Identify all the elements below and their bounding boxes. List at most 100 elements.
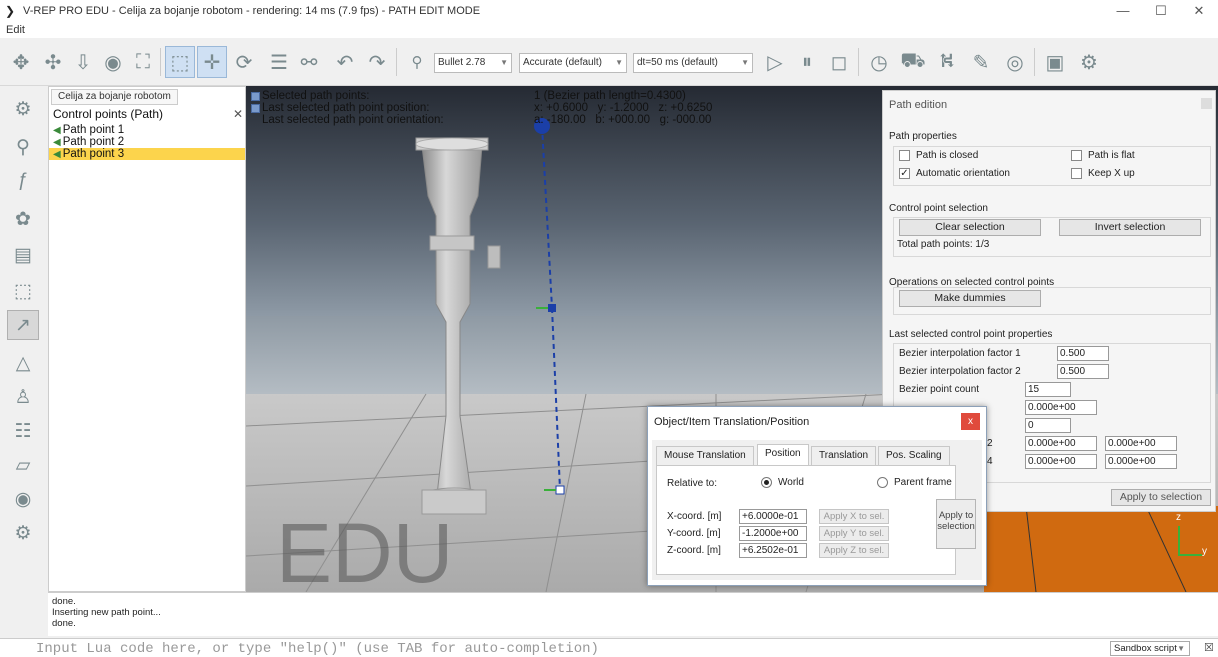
dynamics-icon[interactable]: ⚲ xyxy=(402,46,432,78)
parent-frame-radio[interactable]: Parent frame xyxy=(877,477,952,488)
path-edit-icon[interactable]: ↗ xyxy=(7,310,39,340)
tab-position[interactable]: Position xyxy=(757,444,809,466)
toolbar-divider xyxy=(858,48,859,76)
undo-icon[interactable]: ↶ xyxy=(330,46,360,78)
physics-engine-select[interactable]: Bullet 2.78 ▼ xyxy=(434,53,512,73)
list-item[interactable]: ◀ Path point 1 xyxy=(49,124,245,136)
slower-icon[interactable]: ⛟ xyxy=(898,46,928,78)
pause-icon[interactable]: ⏸ xyxy=(792,46,822,78)
tab-mouse-translation[interactable]: Mouse Translation xyxy=(656,446,754,466)
apply-y-button[interactable]: Apply Y to sel. xyxy=(819,526,889,541)
tab-pos-scaling[interactable]: Pos. Scaling xyxy=(878,446,950,466)
keep-x-up-checkbox[interactable]: Keep X up xyxy=(1071,168,1135,179)
bezier-point-count-field[interactable]: 15 xyxy=(1025,382,1071,397)
fit-to-view-icon[interactable]: ⛶ xyxy=(128,46,158,78)
collections-icon[interactable]: ✿ xyxy=(7,204,39,234)
close-icon[interactable]: ☒ xyxy=(1204,641,1214,654)
model-browser-icon[interactable]: ♙ xyxy=(7,382,39,412)
accuracy-select[interactable]: Accurate (default) ▼ xyxy=(519,53,627,73)
assemble-icon[interactable]: ☰ xyxy=(264,46,294,78)
path-point-2-marker[interactable] xyxy=(548,304,556,312)
z-coord-label: Z-coord. [m] xyxy=(667,545,721,556)
path-flat-checkbox[interactable]: Path is flat xyxy=(1071,150,1135,161)
axis-gizmo: z y xyxy=(1162,512,1212,568)
world-radio[interactable]: World xyxy=(761,477,804,488)
apply-x-button[interactable]: Apply X to sel. xyxy=(819,509,889,524)
position-tab-pane: Relative to: World Parent frame X-coord.… xyxy=(656,465,956,575)
bezier-factor-1-label: Bezier interpolation factor 1 xyxy=(899,348,1021,359)
realtime-icon[interactable]: ◷ xyxy=(864,46,894,78)
window-title: V-REP PRO EDU - Celija za bojanje roboto… xyxy=(23,5,481,17)
close-icon[interactable]: ✕ xyxy=(233,108,243,121)
aux-flags-field[interactable]: 0 xyxy=(1025,418,1071,433)
scene-hierarchy-icon[interactable]: ☷ xyxy=(7,416,39,446)
camera-pan-icon[interactable]: ✥ xyxy=(6,46,36,78)
object-rotate-icon[interactable]: ⟳ xyxy=(229,46,259,78)
aux-channel-a1-field[interactable]: 0.000e+00 xyxy=(1025,436,1097,451)
path-point-icon: ◀ xyxy=(53,125,61,136)
thread-icon[interactable]: ✎ xyxy=(966,46,996,78)
info-toggle-icon[interactable] xyxy=(251,92,260,101)
shape-edit-icon[interactable]: △ xyxy=(7,348,39,378)
make-dummies-button[interactable]: Make dummies xyxy=(899,290,1041,307)
script-select[interactable]: Sandbox script ▼ xyxy=(1110,641,1190,656)
selection-icon[interactable]: ⬚ xyxy=(7,276,39,306)
bezier-factor-2-field[interactable]: 0.500 xyxy=(1057,364,1109,379)
aux-channel-a2-field[interactable]: 0.000e+00 xyxy=(1105,436,1177,451)
bezier-factor-1-field[interactable]: 0.500 xyxy=(1057,346,1109,361)
y-coord-field[interactable]: -1.2000e+00 xyxy=(739,526,807,541)
redo-icon[interactable]: ↷ xyxy=(362,46,392,78)
object-shift-icon[interactable]: ✛ xyxy=(197,46,227,78)
camera-angle-icon[interactable]: ◉ xyxy=(98,46,128,78)
play-icon[interactable]: ▷ xyxy=(760,46,790,78)
calculation-modules-icon[interactable]: ⚲ xyxy=(7,132,39,162)
timestep-select[interactable]: dt=50 ms (default) ▼ xyxy=(633,53,753,73)
user-settings-icon[interactable]: ⚙ xyxy=(7,518,39,548)
aux-channel-b2-field[interactable]: 0.000e+00 xyxy=(1105,454,1177,469)
close-window-button[interactable]: ✕ xyxy=(1180,0,1218,22)
page-icon[interactable]: ⚙ xyxy=(1074,46,1104,78)
info-toggle-icon[interactable] xyxy=(251,104,260,113)
virtual-distance-field[interactable]: 0.000e+00 xyxy=(1025,400,1097,415)
control-point-selection-label: Control point selection xyxy=(889,203,988,214)
visualization-icon[interactable]: ◎ xyxy=(1000,46,1030,78)
video-recorder-icon[interactable]: ◉ xyxy=(7,484,39,514)
faster-icon[interactable]: ⛕ xyxy=(932,46,962,78)
automatic-orientation-checkbox[interactable]: ✓ Automatic orientation xyxy=(899,168,1010,179)
camera-shift-icon[interactable]: ⇩ xyxy=(68,46,98,78)
apply-z-button[interactable]: Apply Z to sel. xyxy=(819,543,889,558)
close-icon[interactable] xyxy=(1201,98,1212,109)
x-coord-field[interactable]: +6.0000e-01 xyxy=(739,509,807,524)
menu-edit[interactable]: Edit xyxy=(6,24,25,36)
scene-tab[interactable]: Celija za bojanje robotom xyxy=(51,89,178,105)
lua-input[interactable]: Input Lua code here, or type "help()" (u… xyxy=(36,641,599,657)
scene-icon[interactable]: ▣ xyxy=(1040,46,1070,78)
click-select-icon[interactable]: ⬚ xyxy=(165,46,195,78)
tab-translation[interactable]: Translation xyxy=(811,446,877,466)
aux-channel-label-a: 2 xyxy=(987,438,993,449)
apply-to-selection-button[interactable]: Apply to selection xyxy=(1111,489,1211,506)
apply-to-selection-button[interactable]: Apply to selection xyxy=(936,499,976,549)
close-icon[interactable]: x xyxy=(961,413,980,430)
environment-icon[interactable]: ▤ xyxy=(7,240,39,270)
info-value-position: x: +0.6000 y: -1.2000 z: +0.6250 xyxy=(534,102,713,114)
path-closed-checkbox[interactable]: Path is closed xyxy=(899,150,978,161)
object-properties-icon[interactable]: ⚙ xyxy=(7,94,39,124)
minimize-button[interactable]: — xyxy=(1104,0,1142,22)
path-point-1-marker[interactable] xyxy=(555,485,565,495)
hierarchy-header: Control points (Path) ✕ xyxy=(53,107,243,121)
scripts-icon[interactable]: ƒ xyxy=(7,166,39,196)
transfer-dna-icon[interactable]: ⚯ xyxy=(294,46,324,78)
layers-icon[interactable]: ▱ xyxy=(7,450,39,480)
aux-channel-b1-field[interactable]: 0.000e+00 xyxy=(1025,454,1097,469)
clear-selection-button[interactable]: Clear selection xyxy=(899,219,1041,236)
z-coord-field[interactable]: +6.2502e-01 xyxy=(739,543,807,558)
window-controls: — ☐ ✕ xyxy=(1104,0,1218,22)
invert-selection-button[interactable]: Invert selection xyxy=(1059,219,1201,236)
stop-icon[interactable]: ◻ xyxy=(824,46,854,78)
list-item[interactable]: ◀ Path point 2 xyxy=(49,136,245,148)
camera-rotate-icon[interactable]: ✣ xyxy=(38,46,68,78)
list-item[interactable]: ◀ Path point 3 xyxy=(49,148,245,160)
info-value-orientation: a: -180.00 b: +000.00 g: -000.00 xyxy=(534,114,712,126)
maximize-button[interactable]: ☐ xyxy=(1142,0,1180,22)
